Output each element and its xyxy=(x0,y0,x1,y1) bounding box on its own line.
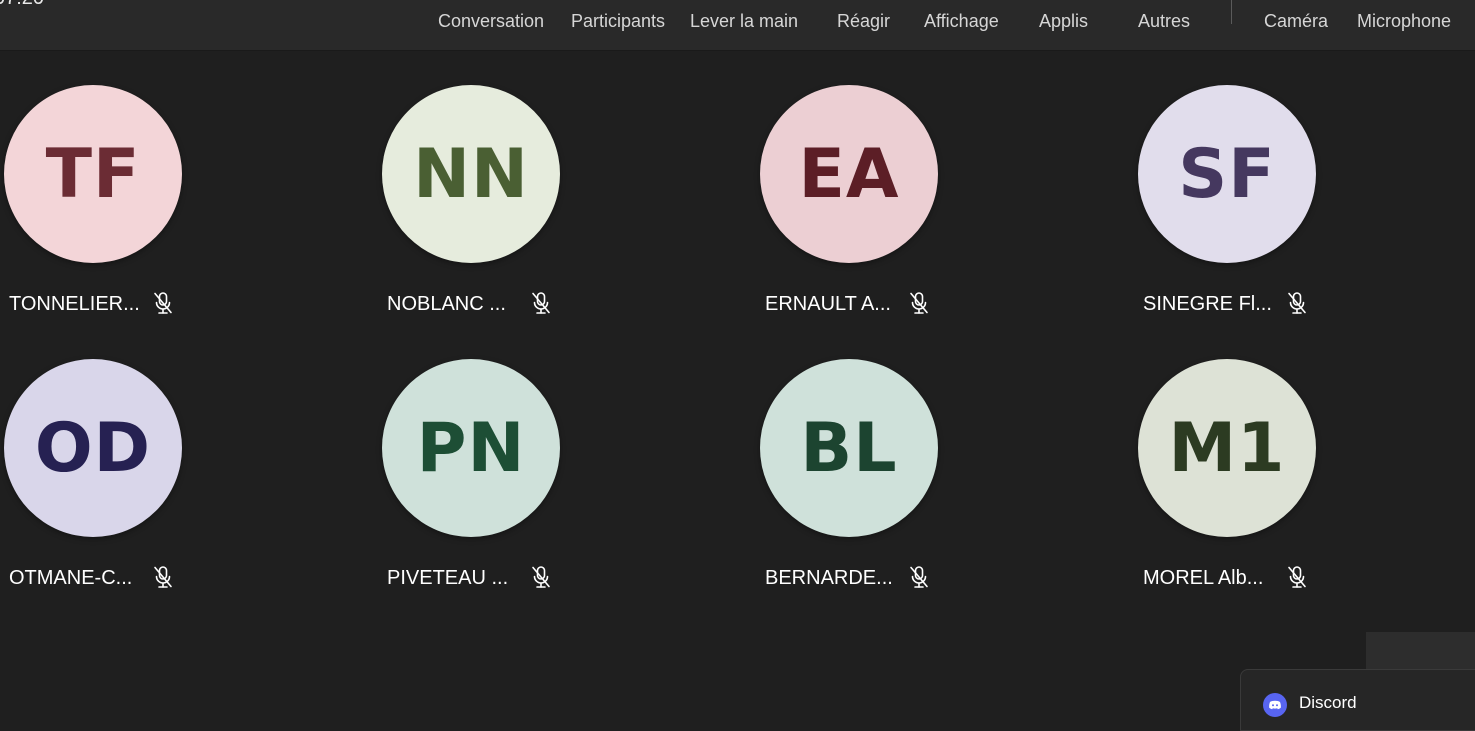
avatar: SF xyxy=(1138,85,1316,263)
avatar: TF xyxy=(4,85,182,263)
more-button[interactable]: Autres xyxy=(1138,11,1190,32)
participant-tile[interactable]: TF TONNELIER... xyxy=(4,85,204,335)
participant-name: MOREL Alb... xyxy=(1143,567,1264,589)
discord-label: Discord xyxy=(1299,693,1357,712)
meeting-toolbar: 07:20 Conversation Participants Lever la… xyxy=(0,0,1475,51)
meeting-timer: 07:20 xyxy=(0,0,44,10)
discord-notification[interactable]: Discord xyxy=(1240,669,1475,731)
participant-name: ERNAULT A... xyxy=(765,293,891,315)
participant-tile[interactable]: PN PIVETEAU ... xyxy=(382,359,582,609)
mic-muted-icon xyxy=(530,291,552,315)
participant-name: BERNARDE... xyxy=(765,567,893,589)
participant-name: SINEGRE Fl... xyxy=(1143,293,1272,315)
mic-muted-icon xyxy=(152,565,174,589)
discord-icon xyxy=(1263,693,1287,717)
avatar: BL xyxy=(760,359,938,537)
overlay-panel xyxy=(1366,632,1475,670)
participant-name: TONNELIER... xyxy=(9,293,140,315)
mic-muted-icon xyxy=(908,291,930,315)
participant-tile[interactable]: BL BERNARDE... xyxy=(760,359,960,609)
participant-tile[interactable]: EA ERNAULT A... xyxy=(760,85,960,335)
mic-muted-icon xyxy=(530,565,552,589)
participant-tile[interactable]: SF SINEGRE Fl... xyxy=(1138,85,1338,335)
mic-muted-icon xyxy=(152,291,174,315)
participants-button[interactable]: Participants xyxy=(571,11,665,32)
mic-muted-icon xyxy=(1286,291,1308,315)
microphone-button[interactable]: Microphone xyxy=(1357,11,1451,32)
participant-tile[interactable]: M1 MOREL Alb... xyxy=(1138,359,1338,609)
avatar: PN xyxy=(382,359,560,537)
react-button[interactable]: Réagir xyxy=(837,11,890,32)
toolbar-divider xyxy=(1231,0,1232,24)
apps-button[interactable]: Applis xyxy=(1039,11,1088,32)
avatar: M1 xyxy=(1138,359,1316,537)
avatar: OD xyxy=(4,359,182,537)
participant-tile[interactable]: OD OTMANE-C... xyxy=(4,359,204,609)
raise-hand-button[interactable]: Lever la main xyxy=(690,11,798,32)
mic-muted-icon xyxy=(908,565,930,589)
conversation-button[interactable]: Conversation xyxy=(438,11,544,32)
avatar: NN xyxy=(382,85,560,263)
participant-name: OTMANE-C... xyxy=(9,567,133,589)
view-button[interactable]: Affichage xyxy=(924,11,999,32)
camera-button[interactable]: Caméra xyxy=(1264,11,1328,32)
participant-tile[interactable]: NN NOBLANC ... xyxy=(382,85,582,335)
mic-muted-icon xyxy=(1286,565,1308,589)
participant-name: PIVETEAU ... xyxy=(387,567,509,589)
avatar: EA xyxy=(760,85,938,263)
participant-name: NOBLANC ... xyxy=(387,293,506,315)
